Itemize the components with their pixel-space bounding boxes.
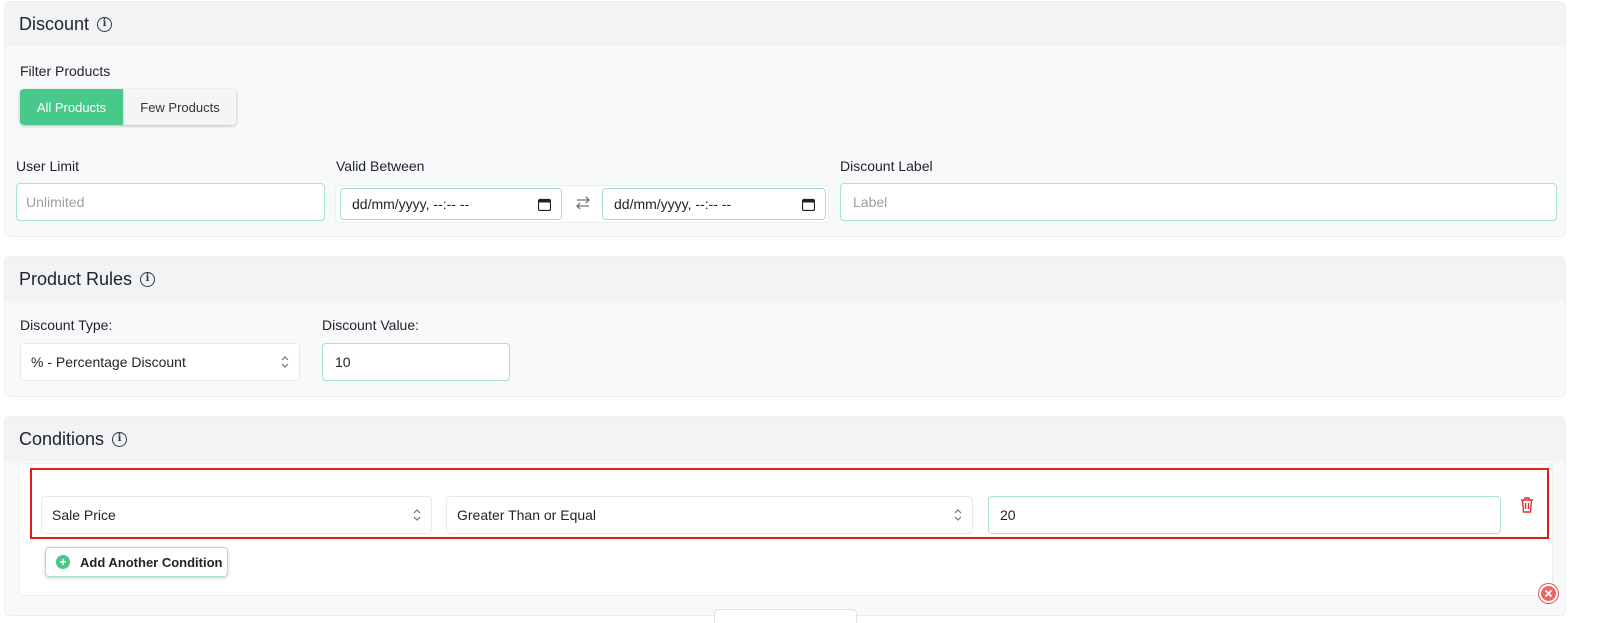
calendar-icon[interactable] [538,198,551,211]
valid-end-date-value: dd/mm/yyyy, --:-- -- [614,196,732,212]
user-limit-input[interactable]: Unlimited [16,183,325,221]
discount-value-label: Discount Value: [322,317,420,333]
product-rules-header: Product Rules i [5,257,1565,301]
all-products-button[interactable]: All Products [20,89,123,125]
conditions-list: Sale Price Greater Than or Equal 20 + Ad… [19,463,1553,596]
conditions-header: Conditions i [5,417,1565,461]
filter-products-label: Filter Products [20,63,111,79]
bottom-button-stub[interactable] [714,609,857,623]
info-icon[interactable]: i [140,271,156,287]
add-another-condition-label: Add Another Condition [80,554,223,570]
product-rules-title: Product Rules [19,268,133,289]
discount-label-label: Discount Label [840,158,933,174]
few-products-button[interactable]: Few Products [123,89,236,125]
swap-icon [576,196,590,210]
discount-header: Discount i [5,2,1565,46]
close-circle-icon[interactable] [1539,584,1558,603]
valid-start-date-input[interactable]: dd/mm/yyyy, --:-- -- [340,188,562,220]
conditions-panel: Conditions i Sale Price Greater Than or … [4,416,1566,616]
plus-circle-icon: + [56,555,70,569]
conditions-title: Conditions [19,428,105,449]
valid-between-range: dd/mm/yyyy, --:-- -- dd/mm/yyyy, --:-- -… [335,185,829,223]
condition-operator-select[interactable]: Greater Than or Equal [446,496,973,534]
valid-end-date-input[interactable]: dd/mm/yyyy, --:-- -- [602,188,826,220]
chevron-updown-icon [413,509,421,521]
condition-value-input[interactable]: 20 [988,496,1501,534]
product-rules-panel: Product Rules i Discount Type: % - Perce… [4,256,1566,397]
info-icon[interactable]: i [112,431,128,447]
condition-operator-value: Greater Than or Equal [457,507,597,523]
valid-start-date-value: dd/mm/yyyy, --:-- -- [352,196,470,212]
discount-panel: Discount i Filter Products All Products … [4,1,1566,237]
valid-between-label: Valid Between [336,158,425,174]
discount-value-input[interactable]: 10 [322,343,510,381]
discount-title: Discount [19,13,90,34]
condition-field-value: Sale Price [52,507,116,523]
user-limit-label: User Limit [16,158,80,174]
trash-icon[interactable] [1519,496,1535,514]
discount-type-value: % - Percentage Discount [31,354,186,370]
discount-type-label: Discount Type: [20,317,113,333]
discount-label-input[interactable]: Label [840,183,1557,221]
filter-products-toggle: All Products Few Products [20,89,236,125]
calendar-icon[interactable] [802,198,815,211]
info-icon[interactable]: i [97,16,113,32]
chevron-updown-icon [954,509,962,521]
add-another-condition-button[interactable]: + Add Another Condition [45,547,228,577]
discount-type-select[interactable]: % - Percentage Discount [20,343,300,381]
chevron-updown-icon [281,356,289,368]
condition-field-select[interactable]: Sale Price [41,496,432,534]
